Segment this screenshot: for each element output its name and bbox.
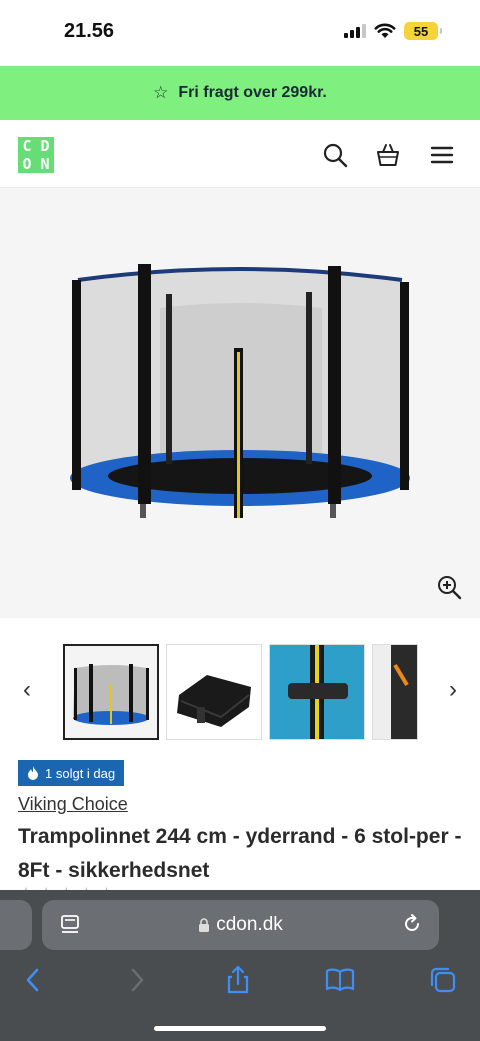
chevron-left-icon[interactable]: ‹ — [17, 678, 37, 702]
thumbnail-3[interactable] — [269, 644, 365, 740]
site-header: C D O N — [0, 120, 480, 188]
product-image[interactable] — [0, 188, 480, 618]
thumbnail-image — [167, 645, 261, 739]
logo-letter: C — [22, 136, 32, 155]
url-text: cdon.dk — [216, 914, 283, 935]
lock-icon — [199, 917, 210, 932]
logo-letter: D — [40, 136, 50, 155]
sold-today-badge: 1 solgt i dag — [18, 760, 125, 786]
forward-icon[interactable] — [120, 964, 152, 996]
thumbnail-4[interactable] — [372, 644, 418, 740]
browser-nav-row — [0, 962, 480, 1002]
brand-link[interactable]: Viking Choice — [18, 794, 128, 815]
trampoline-net-image — [70, 264, 410, 518]
star-icon: ☆ — [153, 83, 169, 102]
logo-letter: N — [40, 154, 50, 173]
zoom-in-icon[interactable] — [436, 574, 462, 600]
thumbnail-1[interactable] — [63, 644, 159, 740]
logo-letter: O — [22, 154, 32, 173]
thumbnail-image — [65, 646, 157, 738]
wifi-icon — [374, 23, 396, 38]
basket-icon[interactable] — [375, 142, 401, 168]
flame-icon — [28, 766, 38, 780]
previous-tab-pill[interactable] — [0, 900, 32, 950]
status-bar: 21.56 55 — [0, 0, 480, 66]
cellular-signal-icon — [344, 24, 366, 38]
home-indicator — [154, 1026, 326, 1031]
thumbnail-2[interactable] — [166, 644, 262, 740]
thumbnail-image — [373, 645, 417, 739]
menu-icon[interactable] — [429, 142, 455, 168]
chevron-right-icon[interactable]: › — [443, 678, 463, 702]
browser-toolbar: cdon.dk — [0, 890, 480, 1041]
address-bar[interactable]: cdon.dk — [42, 900, 439, 950]
product-title: Trampolinnet 244 cm - yderrand - 6 stol-… — [18, 825, 462, 882]
status-indicators: 55 — [344, 22, 442, 40]
share-icon[interactable] — [222, 964, 254, 996]
thumbnail-carousel: ‹ › — [0, 640, 480, 744]
tabs-icon[interactable] — [427, 964, 459, 996]
reload-icon[interactable] — [401, 913, 423, 935]
thumbnail-image — [270, 645, 364, 739]
status-time: 21.56 — [64, 20, 115, 42]
back-icon[interactable] — [18, 964, 50, 996]
search-icon[interactable] — [322, 142, 348, 168]
page-menu-icon[interactable] — [60, 914, 82, 936]
battery-indicator: 55 — [404, 22, 442, 40]
cdon-logo[interactable]: C D O N — [18, 137, 54, 173]
bookmarks-icon[interactable] — [324, 964, 356, 996]
promo-text: Fri fragt over 299kr. — [178, 84, 327, 101]
promo-banner[interactable]: ☆ Fri fragt over 299kr. — [0, 66, 480, 120]
sold-today-text: 1 solgt i dag — [45, 765, 116, 781]
